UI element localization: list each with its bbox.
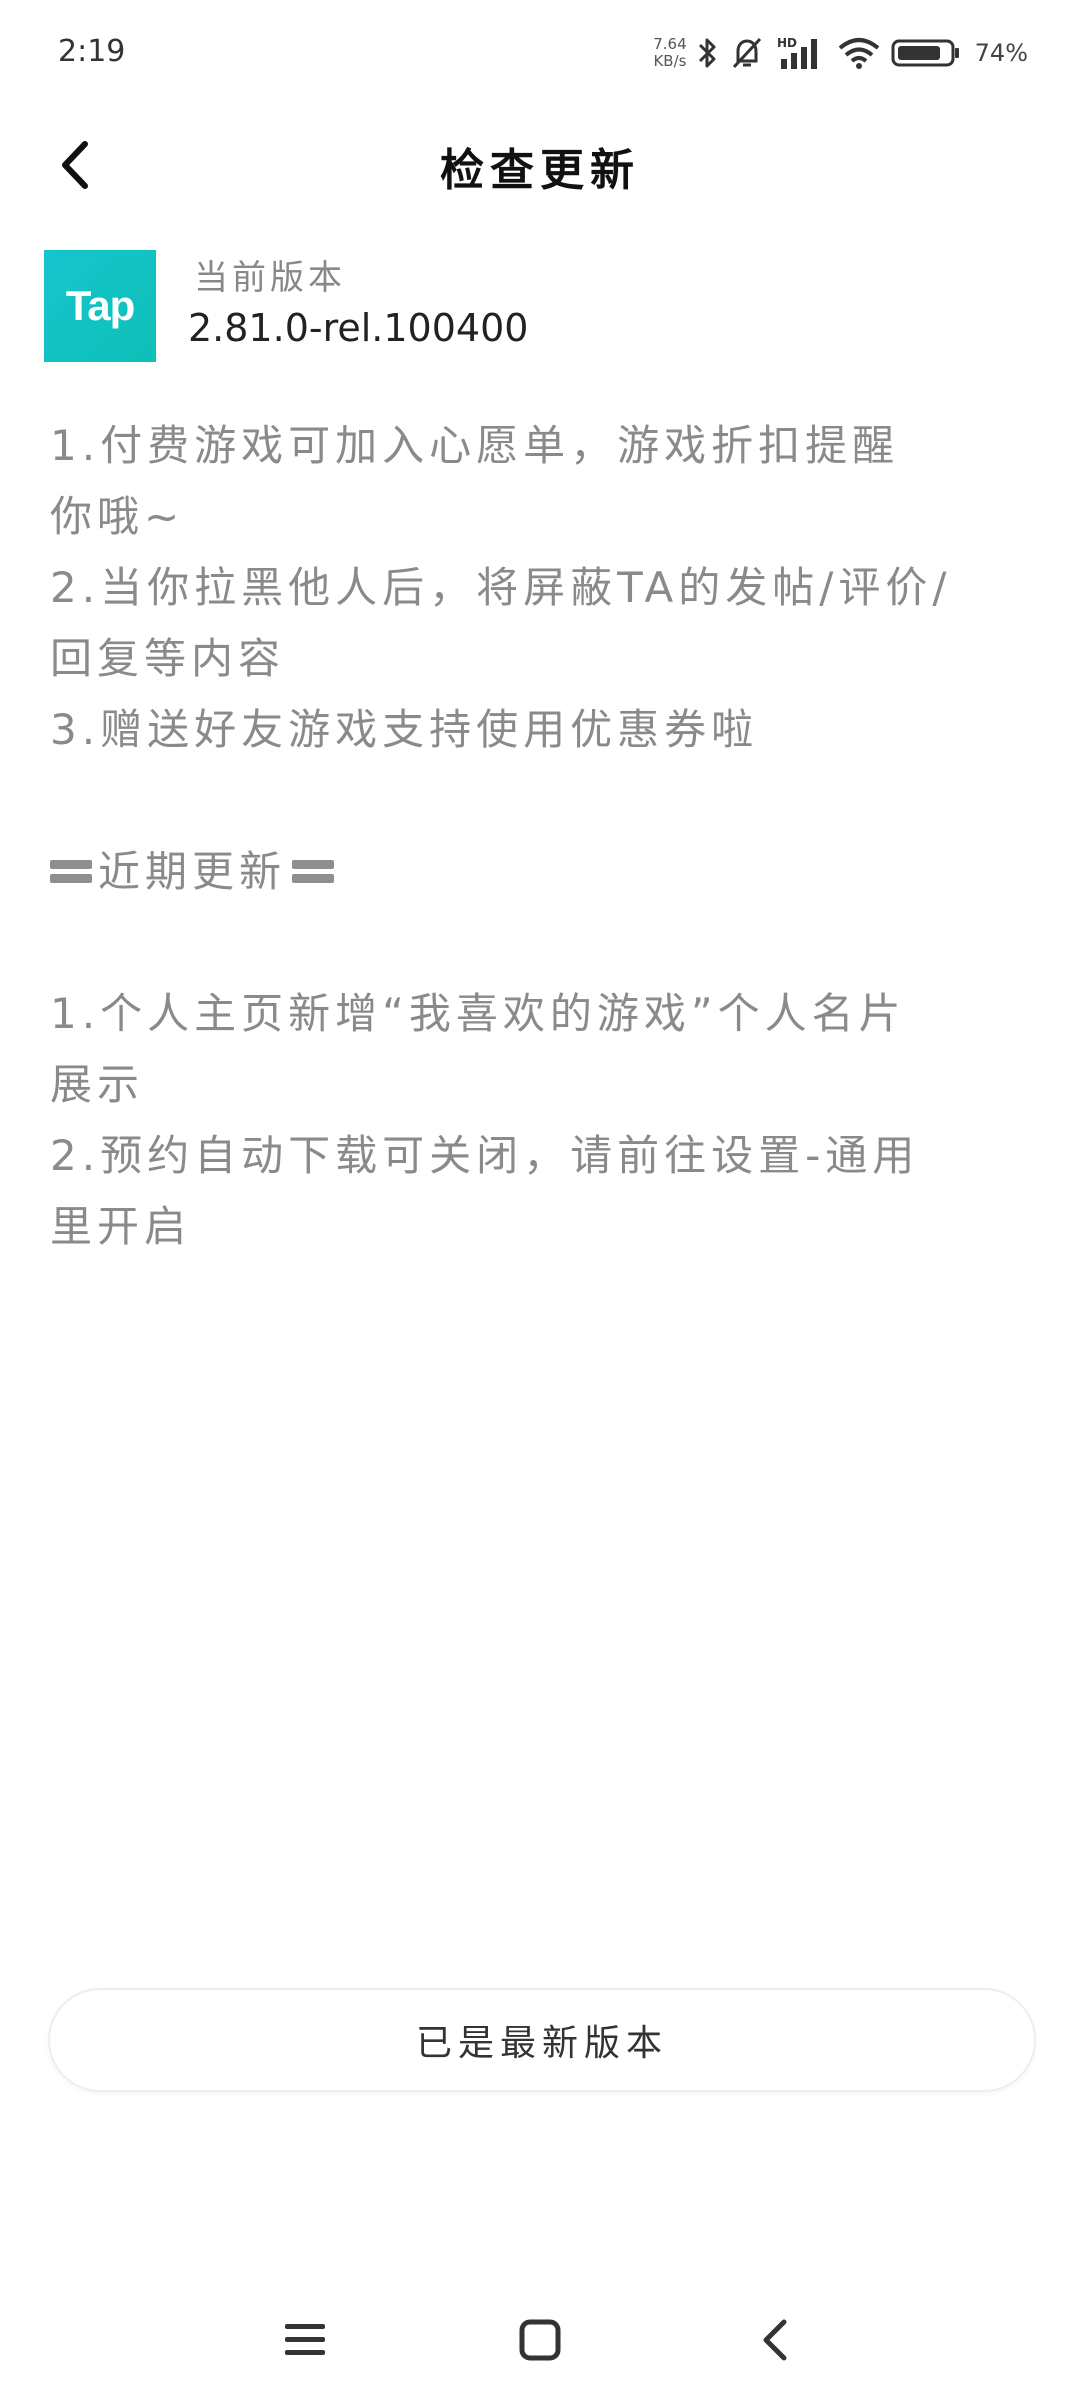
recent-updates-heading: 近期更新	[50, 836, 1030, 907]
bluetooth-icon	[697, 36, 719, 70]
note-line: 2.当你拉黑他人后，将屏蔽TA的发帖/评价/	[50, 563, 952, 612]
note-line: 1.个人主页新增“我喜欢的游戏”个人名片	[50, 989, 906, 1038]
network-speed-value: 7.64	[653, 35, 687, 53]
already-latest-button[interactable]: 已是最新版本	[48, 1988, 1036, 2092]
equals-mark-icon	[50, 860, 92, 883]
status-time: 2:19	[58, 34, 126, 69]
svg-text:HD: HD	[777, 36, 797, 50]
app-bar: 检查更新	[0, 110, 1080, 220]
wifi-icon	[837, 36, 881, 70]
nav-menu-button[interactable]	[270, 2310, 340, 2370]
note-line: 2.预约自动下载可关闭，请前往设置-通用	[50, 1131, 920, 1180]
note-line: 回复等内容	[50, 634, 286, 683]
note-line: 里开启	[50, 1202, 192, 1251]
taptap-logo: Tap	[44, 250, 156, 362]
equals-mark-icon	[292, 860, 335, 883]
bell-muted-icon	[729, 35, 765, 71]
note-line: 展示	[50, 1060, 145, 1109]
nav-home-button[interactable]	[505, 2310, 575, 2370]
network-speed-unit: KB/s	[653, 52, 687, 70]
signal-icon: HD	[775, 35, 827, 71]
release-notes: 1.付费游戏可加入心愿单，游戏折扣提醒 你哦~ 2.当你拉黑他人后，将屏蔽TA的…	[50, 410, 1030, 1262]
nav-back-button[interactable]	[740, 2310, 810, 2370]
current-version-value: 2.81.0-rel.100400	[188, 306, 529, 350]
status-bar: 2:19 7.64 KB/s HD 74%	[0, 0, 1080, 110]
note-line: 3.赠送好友游戏支持使用优惠券啦	[50, 705, 759, 754]
menu-icon	[285, 2324, 325, 2355]
logo-text: Tap	[65, 282, 136, 329]
battery-icon	[891, 36, 961, 70]
network-speed: 7.64 KB/s	[653, 36, 686, 70]
current-version-label: 当前版本	[194, 258, 346, 298]
recent-updates-title: 近期更新	[98, 847, 287, 896]
note-line: 你哦~	[50, 492, 185, 541]
system-nav-bar	[0, 2290, 1080, 2390]
page-title: 检查更新	[440, 145, 640, 196]
battery-percent: 74%	[974, 39, 1028, 67]
status-icons: 7.64 KB/s HD 74%	[653, 28, 1028, 78]
note-line: 1.付费游戏可加入心愿单，游戏折扣提醒	[50, 421, 900, 470]
back-triangle-icon	[763, 2319, 787, 2361]
home-square-icon	[519, 2319, 561, 2361]
